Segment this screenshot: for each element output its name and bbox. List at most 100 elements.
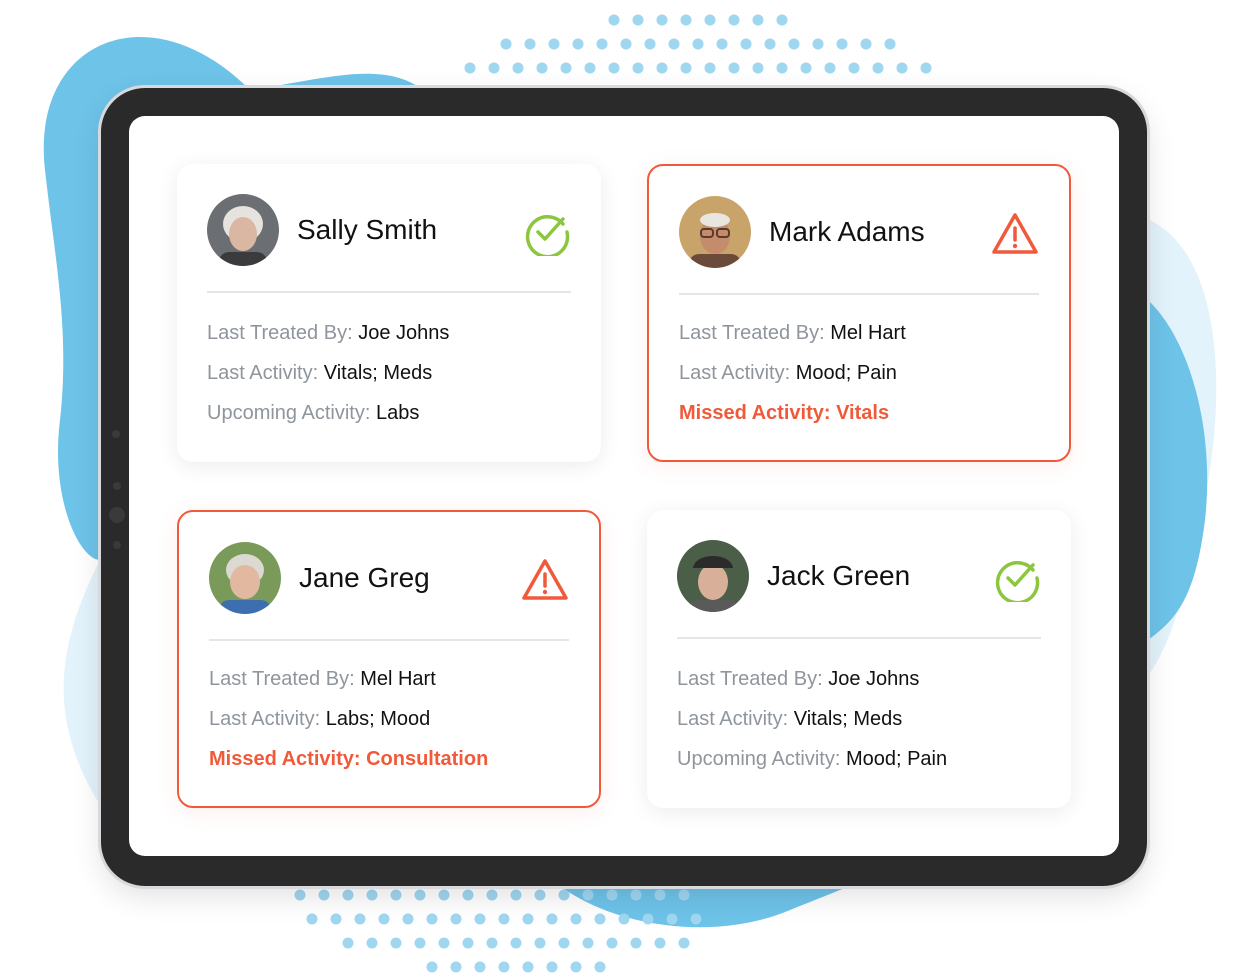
dot-pattern-top: [464, 14, 932, 74]
divider: [677, 637, 1041, 639]
decorative-dot: [426, 913, 438, 925]
decorative-dot: [680, 14, 692, 26]
decorative-dot: [546, 913, 558, 925]
decorative-dot: [582, 937, 594, 949]
missed-activity-text: Missed Activity: Consultation: [209, 748, 489, 770]
decorative-dot: [836, 38, 848, 50]
decorative-dot: [524, 38, 536, 50]
decorative-dot: [510, 889, 522, 901]
decorative-dot: [342, 937, 354, 949]
decorative-dot: [366, 937, 378, 949]
decorative-dot: [824, 62, 836, 74]
decorative-dot: [474, 913, 486, 925]
decorative-dot: [318, 889, 330, 901]
decorative-dot: [522, 913, 534, 925]
decorative-dot: [486, 889, 498, 901]
decorative-dot: [450, 961, 462, 973]
decorative-dot: [920, 62, 932, 74]
avatar: [679, 196, 751, 268]
avatar: [677, 540, 749, 612]
decorative-dot: [678, 937, 690, 949]
decorative-dot: [608, 14, 620, 26]
decorative-dot: [860, 38, 872, 50]
decorative-dot: [294, 889, 306, 901]
decorative-dot: [342, 889, 354, 901]
decorative-dot: [582, 889, 594, 901]
decorative-dot: [606, 937, 618, 949]
check-circle-icon: [995, 560, 1040, 602]
decorative-dot: [474, 961, 486, 973]
decorative-dot: [620, 38, 632, 50]
decorative-dot: [654, 889, 666, 901]
patient-card-jane-greg[interactable]: Jane Greg Last Treated By: Mel Hart Last…: [177, 510, 601, 808]
decorative-dot: [812, 38, 824, 50]
patient-card-sally-smith[interactable]: Sally Smith Last Treated By: Joe Johns L…: [177, 164, 601, 462]
patient-card-jack-green[interactable]: Jack Green Last Treated By: Joe Johns La…: [647, 510, 1071, 808]
decorative-dot: [510, 937, 522, 949]
last-treated-row: Last Treated By: Mel Hart: [209, 668, 436, 690]
last-treated-row: Last Treated By: Joe Johns: [207, 322, 450, 344]
warning-triangle-icon: [522, 559, 568, 600]
sensor-icon: [113, 482, 121, 490]
sensor-icon: [109, 507, 125, 523]
divider: [679, 293, 1039, 295]
decorative-dot: [800, 62, 812, 74]
decorative-dot: [500, 38, 512, 50]
avatar: [209, 542, 281, 614]
decorative-dot: [668, 38, 680, 50]
decorative-dot: [752, 62, 764, 74]
decorative-dot: [764, 38, 776, 50]
decorative-dot: [594, 961, 606, 973]
decorative-dot: [716, 38, 728, 50]
decorative-dot: [534, 889, 546, 901]
decorative-dot: [644, 38, 656, 50]
decorative-dot: [390, 889, 402, 901]
decorative-dot: [486, 937, 498, 949]
decorative-dot: [464, 62, 476, 74]
avatar: [207, 194, 279, 266]
decorative-dot: [642, 913, 654, 925]
decorative-dot: [848, 62, 860, 74]
decorative-dot: [666, 913, 678, 925]
decorative-dot: [354, 913, 366, 925]
last-activity-row: Last Activity: Vitals; Meds: [207, 362, 433, 384]
decorative-dot: [740, 38, 752, 50]
decorative-dot: [450, 913, 462, 925]
decorative-dot: [522, 961, 534, 973]
check-circle-icon: [525, 214, 570, 256]
decorative-dot: [632, 14, 644, 26]
decorative-dot: [560, 62, 572, 74]
decorative-dot: [498, 961, 510, 973]
divider: [207, 291, 571, 293]
decorative-dot: [656, 14, 668, 26]
decorative-dot: [776, 14, 788, 26]
decorative-dot: [498, 913, 510, 925]
decorative-dot: [378, 913, 390, 925]
missed-activity-text: Missed Activity: Vitals: [679, 402, 890, 424]
decorative-dot: [788, 38, 800, 50]
decorative-dot: [728, 62, 740, 74]
decorative-dot: [680, 62, 692, 74]
decorative-dot: [872, 62, 884, 74]
patient-name: Jack Green: [767, 560, 911, 591]
decorative-dot: [390, 937, 402, 949]
tablet-screen: Sally Smith Last Treated By: Joe Johns L…: [129, 116, 1119, 856]
decorative-dot: [462, 889, 474, 901]
decorative-dot: [632, 62, 644, 74]
sensor-icon: [113, 541, 121, 549]
divider: [209, 639, 569, 641]
patient-name: Mark Adams: [769, 216, 925, 247]
decorative-dot: [414, 889, 426, 901]
decorative-dot: [558, 937, 570, 949]
decorative-dot: [896, 62, 908, 74]
decorative-dot: [630, 937, 642, 949]
decorative-dot: [606, 889, 618, 901]
decorative-dot: [462, 937, 474, 949]
last-activity-row: Last Activity: Vitals; Meds: [677, 708, 903, 730]
camera-icon: [112, 430, 120, 438]
patient-card-mark-adams[interactable]: Mark Adams Last Treated By: Mel Hart Las…: [647, 164, 1071, 462]
decorative-dot: [704, 62, 716, 74]
decorative-dot: [572, 38, 584, 50]
decorative-dot: [656, 62, 668, 74]
decorative-dot: [438, 937, 450, 949]
